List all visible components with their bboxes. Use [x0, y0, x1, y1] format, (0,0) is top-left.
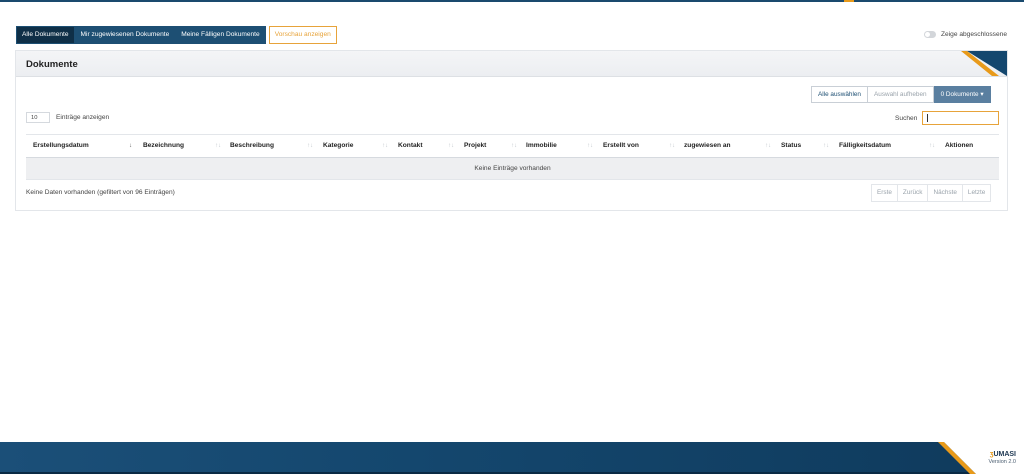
deselect-button[interactable]: Auswahl aufheben: [868, 86, 934, 103]
tab-assigned-documents[interactable]: Mir zugewiesenen Dokumente: [74, 26, 176, 44]
sort-icon: ↑↓: [448, 143, 454, 149]
sort-icon: ↑↓: [382, 143, 388, 149]
selection-toolbar: Alle auswählen Auswahl aufheben 0 Dokume…: [811, 86, 991, 103]
brand-name-text: UMASI: [993, 451, 1016, 458]
pagination-previous[interactable]: Zurück: [897, 184, 929, 202]
sort-icon: ↑↓: [823, 143, 829, 149]
panel-header: Dokumente: [16, 51, 1007, 77]
column-header-aktionen: Aktionen: [945, 142, 974, 149]
pagination-last[interactable]: Letzte: [962, 184, 992, 202]
select-all-button[interactable]: Alle auswählen: [811, 86, 868, 103]
documents-button-label: 0 Dokumente: [940, 91, 979, 98]
pagination: Erste Zurück Nächste Letzte: [871, 184, 992, 202]
sort-desc-icon: ↓: [129, 143, 132, 149]
table-search: Suchen: [895, 111, 1000, 125]
sort-icon: ↑↓: [669, 143, 675, 149]
empty-table-row: Keine Einträge vorhanden: [26, 158, 999, 180]
search-input[interactable]: [922, 111, 1000, 125]
preview-button[interactable]: Vorschau anzeigen: [268, 26, 337, 44]
column-header-erstellungsdatum[interactable]: Erstellungsdatum: [33, 135, 89, 157]
table-info: Keine Daten vorhanden (gefiltert von 96 …: [26, 189, 175, 196]
toggle-switch[interactable]: [924, 31, 936, 38]
column-header-beschreibung[interactable]: Beschreibung: [230, 135, 274, 157]
show-completed-toggle[interactable]: Zeige abgeschlossene: [924, 31, 1007, 38]
documents-dropdown-button[interactable]: 0 Dokumente ▾: [933, 86, 991, 103]
tab-all-documents[interactable]: Alle Dokumente: [16, 26, 75, 44]
documents-panel: Dokumente Alle auswählen Auswahl aufhebe…: [15, 50, 1008, 211]
sort-icon: ↑↓: [215, 143, 221, 149]
column-header-kategorie[interactable]: Kategorie: [323, 135, 353, 157]
brand-name: ʒUMASI: [988, 451, 1016, 458]
panel-title: Dokumente: [26, 59, 78, 70]
page-length-label: Einträge anzeigen: [56, 114, 110, 121]
documents-table: Erstellungsdatum ↓ Bezeichnung ↑↓ Beschr…: [26, 134, 999, 180]
document-tabs: Alle Dokumente Mir zugewiesenen Dokument…: [16, 26, 337, 44]
column-header-erstellt-von[interactable]: Erstellt von: [603, 135, 639, 157]
tab-due-documents[interactable]: Meine Fälligen Dokumente: [175, 26, 266, 44]
toggle-label: Zeige abgeschlossene: [941, 31, 1007, 38]
column-header-zugewiesen-an[interactable]: zugewiesen an: [684, 135, 731, 157]
column-header-kontakt[interactable]: Kontakt: [398, 135, 423, 157]
pagination-first[interactable]: Erste: [871, 184, 898, 202]
app-version: Version 2.0: [988, 459, 1016, 465]
caret-down-icon: ▾: [980, 91, 984, 98]
column-header-status[interactable]: Status: [781, 135, 801, 157]
table-header-row: Erstellungsdatum ↓ Bezeichnung ↑↓ Beschr…: [26, 134, 999, 158]
column-header-faelligkeitsdatum[interactable]: Fälligkeitsdatum: [839, 135, 891, 157]
page-footer: ʒUMASI Version 2.0: [0, 442, 1024, 474]
column-header-bezeichnung[interactable]: Bezeichnung: [143, 135, 184, 157]
pagination-next[interactable]: Nächste: [928, 184, 963, 202]
top-accent-line: [0, 0, 1024, 2]
sort-icon: ↑↓: [307, 143, 313, 149]
column-header-immobilie[interactable]: Immobilie: [526, 135, 557, 157]
header-corner-decoration: [961, 51, 1007, 76]
sort-icon: ↑↓: [511, 143, 517, 149]
page-length-control: 10 Einträge anzeigen: [26, 112, 109, 123]
sort-icon: ↑↓: [929, 143, 935, 149]
brand-logo: ʒUMASI Version 2.0: [988, 451, 1016, 465]
column-header-projekt[interactable]: Projekt: [464, 135, 486, 157]
page-length-select[interactable]: 10: [26, 112, 50, 123]
sort-icon: ↑↓: [587, 143, 593, 149]
search-label: Suchen: [895, 114, 918, 122]
sort-icon: ↑↓: [765, 143, 771, 149]
